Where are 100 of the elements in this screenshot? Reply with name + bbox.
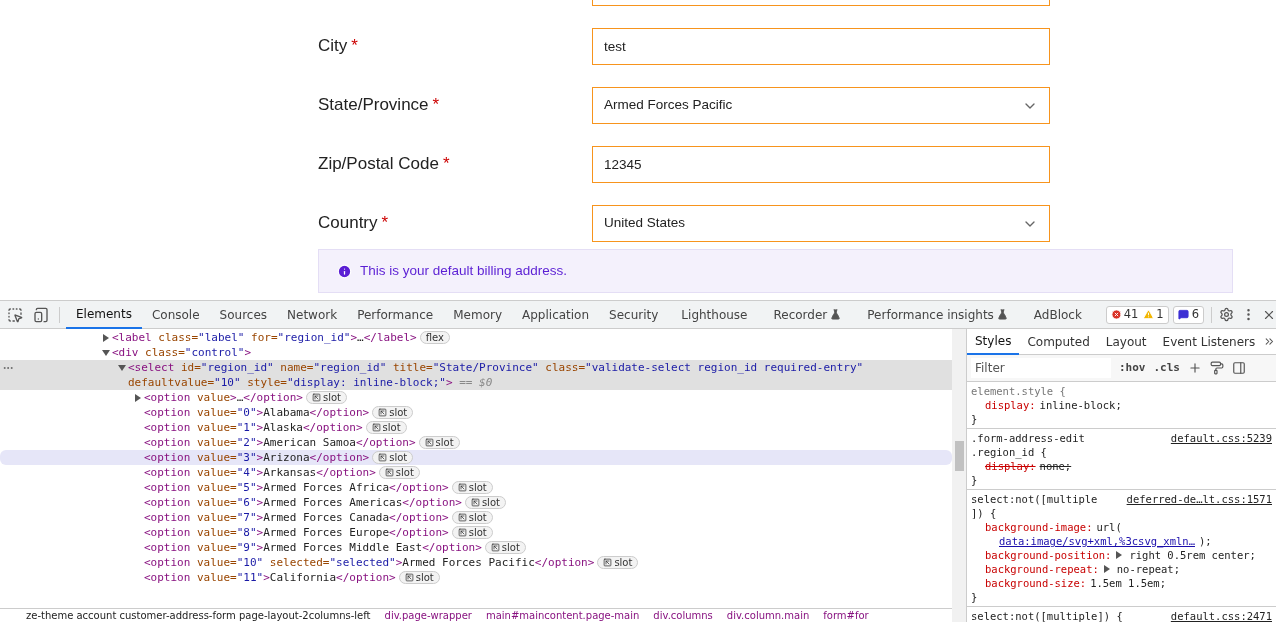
- data-url-link[interactable]: data:image/svg+xml,%3csvg_xmln…: [999, 534, 1195, 548]
- dom-node-row[interactable]: <option value="4">Arkansas</option> slot: [0, 465, 952, 480]
- css-property: background-position:: [985, 548, 1112, 562]
- settings-icon[interactable]: [1219, 307, 1234, 322]
- more-tabs-icon[interactable]: [1263, 335, 1276, 348]
- dom-badge[interactable]: slot: [305, 391, 347, 404]
- dom-badge[interactable]: slot: [372, 451, 414, 464]
- messages-counter[interactable]: 6: [1172, 305, 1204, 324]
- css-selector: .region_id {: [971, 445, 1048, 459]
- dom-node-row[interactable]: <select id="region_id" name="region_id" title="State/Province" class="validate-select region_id required-entry" defaultvalue="10" style="display: inline-block;"> == $0: [0, 360, 952, 390]
- sidebar-tab[interactable]: Event Listeners: [1154, 328, 1264, 355]
- breadcrumb-item[interactable]: div.column.main: [726, 609, 810, 622]
- dom-node-row[interactable]: <option value="6">Armed Forces Americas</option> slot: [0, 495, 952, 510]
- flask-icon: [830, 309, 842, 320]
- dom-badge[interactable]: slot: [398, 571, 440, 584]
- plus-icon[interactable]: [1188, 361, 1202, 375]
- dom-node-code: <option value="0">Alabama</option>: [144, 405, 370, 420]
- reveal-icon: [603, 558, 613, 567]
- dom-node-code: <option value="1">Alaska</option>: [144, 420, 363, 435]
- reveal-icon: [378, 453, 388, 462]
- dom-badge[interactable]: slot: [451, 526, 493, 539]
- collapsed-triangle-icon[interactable]: [102, 334, 110, 342]
- breadcrumb-item[interactable]: div.page-wrapper: [384, 609, 472, 622]
- css-selector: .form-address-edit: [971, 431, 1085, 445]
- sidebar-tab[interactable]: Layout: [1097, 328, 1155, 355]
- dom-badge[interactable]: slot: [597, 556, 639, 569]
- filter-field[interactable]: Filter: [971, 358, 1111, 378]
- field-label: City: [318, 35, 348, 57]
- input-field[interactable]: 12345: [592, 146, 1050, 183]
- style-toggle[interactable]: .cls: [1153, 359, 1180, 377]
- input-field[interactable]: test: [592, 28, 1050, 65]
- panel-tab[interactable]: Security: [599, 300, 669, 329]
- dom-node-row[interactable]: <option value="3">Arizona</option> slot: [0, 450, 952, 465]
- css-value: url(: [1096, 520, 1122, 534]
- panel-tab[interactable]: Performance insights: [857, 300, 1018, 329]
- css-property: background-repeat:: [985, 562, 1099, 576]
- paint-roller-icon[interactable]: [1210, 361, 1224, 375]
- css-value: none;: [1039, 459, 1072, 473]
- collapsed-triangle-icon[interactable]: [1102, 565, 1111, 573]
- dom-node-row[interactable]: <option value="7">Armed Forces Canada</option> slot: [0, 510, 952, 525]
- dom-badge[interactable]: slot: [451, 481, 493, 494]
- dom-node-row[interactable]: <option value="2">American Samoa</option> slot: [0, 435, 952, 450]
- dom-node-row[interactable]: <div class="control">: [0, 345, 952, 360]
- dom-node-row[interactable]: <option value="10" selected="selected">Armed Forces Pacific</option> slot: [0, 555, 952, 570]
- issues-counter[interactable]: 41 1: [1105, 305, 1169, 324]
- sidebar-toggle-icon[interactable]: [1232, 361, 1246, 375]
- dom-badge[interactable]: slot: [418, 436, 460, 449]
- collapsed-triangle-icon[interactable]: [134, 394, 142, 402]
- inspect-icon[interactable]: [7, 306, 23, 323]
- required-mark: *: [351, 35, 358, 57]
- dom-node-code: <option value="4">Arkansas</option>: [144, 465, 376, 480]
- expanded-triangle-icon[interactable]: [102, 349, 110, 357]
- sidebar-tab[interactable]: Computed: [1019, 328, 1098, 355]
- reveal-icon: [424, 438, 434, 447]
- panel-tab[interactable]: Console: [141, 300, 210, 329]
- css-value: 1.5em 1.5em;: [1090, 576, 1166, 590]
- css-brace: }: [971, 591, 978, 603]
- breadcrumb-item[interactable]: form#for: [823, 609, 869, 622]
- style-toggle[interactable]: :hov: [1119, 359, 1146, 377]
- panel-tab[interactable]: Performance: [347, 300, 444, 329]
- panel-tab[interactable]: Memory: [443, 300, 512, 329]
- panel-tab[interactable]: AdBlock: [1023, 300, 1092, 329]
- input-field[interactable]: [592, 0, 1050, 6]
- dom-node-row[interactable]: <option value>…</option> slot: [0, 390, 952, 405]
- dom-badge[interactable]: slot: [372, 406, 414, 419]
- source-link[interactable]: default.css:2471: [1170, 609, 1272, 622]
- panel-tab[interactable]: Application: [512, 300, 600, 329]
- panel-tab[interactable]: Elements: [66, 300, 142, 329]
- source-link[interactable]: deferred-de…lt.css:1571: [1126, 492, 1272, 520]
- panel-tab[interactable]: Lighthouse: [671, 300, 758, 329]
- dom-badge[interactable]: slot: [365, 421, 407, 434]
- device-toolbar-icon[interactable]: [33, 306, 49, 323]
- select-field[interactable]: United States: [592, 205, 1050, 242]
- dom-badge[interactable]: slot: [464, 496, 506, 509]
- dom-node-code: <option value="9">Armed Forces Middle East</option>: [144, 540, 482, 555]
- dom-node-row[interactable]: <option value="1">Alaska</option> slot: [0, 420, 952, 435]
- dom-node-row[interactable]: <option value="8">Armed Forces Europe</option> slot: [0, 525, 952, 540]
- select-field[interactable]: Armed Forces Pacific: [592, 87, 1050, 124]
- panel-tab[interactable]: Sources: [209, 300, 278, 329]
- dom-node-row[interactable]: <option value="0">Alabama</option> slot: [0, 405, 952, 420]
- dom-badge[interactable]: slot: [378, 466, 420, 479]
- breadcrumb-item[interactable]: ze-theme account customer-address-form page-layout-2columns-left: [26, 609, 371, 622]
- panel-tab[interactable]: Recorder: [763, 300, 852, 329]
- dom-badge[interactable]: slot: [484, 541, 526, 554]
- dom-badge[interactable]: flex: [419, 331, 450, 344]
- dom-badge[interactable]: slot: [451, 511, 493, 524]
- breadcrumb-item[interactable]: div.columns: [653, 609, 713, 622]
- scrollbar[interactable]: [952, 329, 967, 622]
- css-property: background-image:: [985, 520, 1093, 534]
- source-link[interactable]: default.css:5239: [1170, 431, 1272, 459]
- dom-node-row[interactable]: <option value="9">Armed Forces Middle East</option> slot: [0, 540, 952, 555]
- panel-tab[interactable]: Network: [277, 300, 348, 329]
- dom-node-row[interactable]: <option value="5">Armed Forces Africa</option> slot: [0, 480, 952, 495]
- css-selector: ]) {: [971, 506, 998, 520]
- message-icon: [1177, 309, 1189, 320]
- collapsed-triangle-icon[interactable]: [1115, 551, 1124, 559]
- breadcrumb-item[interactable]: main#maincontent.page-main: [485, 609, 640, 622]
- dom-node-row[interactable]: <label class="label" for="region_id">…</label> flex: [0, 330, 952, 345]
- expanded-triangle-icon[interactable]: [118, 364, 126, 372]
- dom-node-row[interactable]: <option value="11">California</option> slot: [0, 570, 952, 585]
